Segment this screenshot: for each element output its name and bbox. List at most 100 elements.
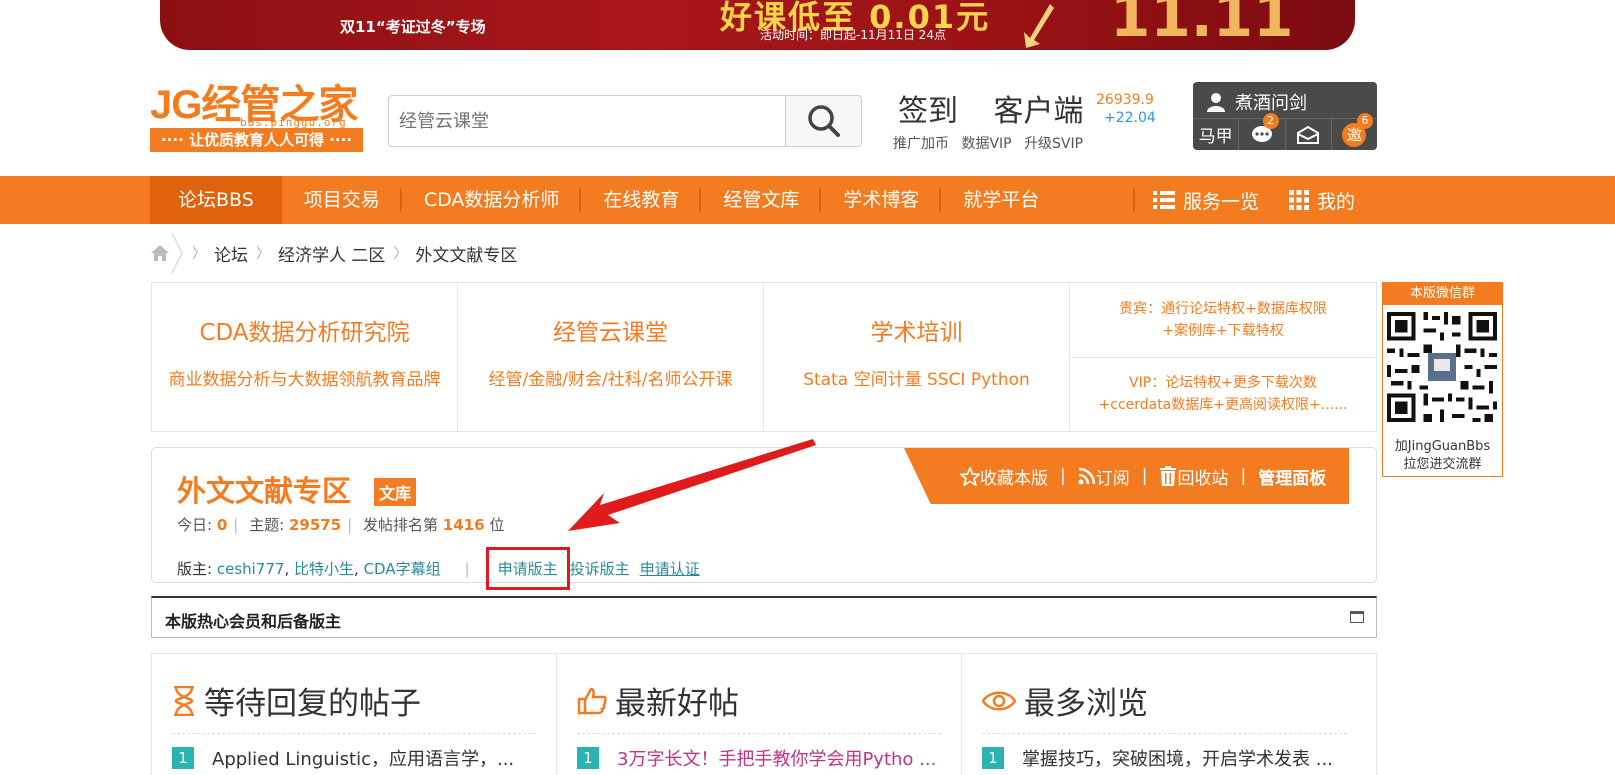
breadcrumb-sep: 〉	[393, 246, 408, 262]
invite-button[interactable]: 邀 6	[1332, 113, 1377, 150]
forum-stats: 今日: 0 | 主题: 29575 | 发帖排名第 1416 位	[177, 516, 505, 534]
home-icon[interactable]	[150, 244, 170, 262]
subscribe-button[interactable]: 订阅	[1078, 464, 1130, 489]
forum-info-panel: 外文文献专区 文库 今日: 0 | 主题: 29575 | 发帖排名第 1416 位…	[151, 447, 1377, 590]
promo-title: 经管云课堂	[553, 320, 668, 346]
grid-icon	[1289, 190, 1310, 210]
collapse-icon[interactable]	[1350, 611, 1364, 623]
today-label: 今日:	[177, 516, 213, 534]
hot-members-bar[interactable]: 本版热心会员和后备版主	[151, 596, 1377, 638]
list-item[interactable]: 1 3万字长文！手把手教你学会用Pytho ...	[577, 745, 941, 771]
apply-moderator-link[interactable]: 申请版主	[498, 560, 558, 578]
hot-members-title: 本版热心会员和后备版主	[165, 612, 342, 631]
top-promo-banner[interactable]: 双11“考证过冬”专场 好课低至 0.01元 活动时间：即日起-11月11日 2…	[160, 0, 1355, 50]
nav-services[interactable]: 服务一览	[1153, 187, 1259, 214]
mail-button[interactable]	[1286, 119, 1332, 150]
trash-icon	[1160, 466, 1177, 486]
item-title[interactable]: 掌握技巧，突破困境，开启学术发表 ...	[1022, 745, 1333, 771]
list-icon	[1153, 191, 1175, 209]
promo-vip[interactable]: VIP：论坛特权+更多下载次数 +ccerdata数据库+更高阅读权限+....…	[1070, 358, 1376, 432]
upgrade-svip-link[interactable]: 升级SVIP	[1024, 136, 1083, 152]
item-title[interactable]: Applied Linguistic，应用语言学，...	[212, 745, 514, 771]
guest-line-2: +案例库+下载特权	[1162, 322, 1284, 339]
moderator-link[interactable]: CDA字幕组	[364, 558, 441, 579]
qr-title: 本版微信群	[1383, 283, 1502, 305]
promo-desc: Stata 空间计量 SSCI Python	[803, 370, 1030, 390]
sign-in-link[interactable]: 签到	[898, 94, 958, 129]
qr-line-1: 加JingGuanBbs	[1394, 439, 1491, 454]
messages-button[interactable]: 2	[1239, 113, 1286, 150]
post-lists: 等待回复的帖子 1 Applied Linguistic，应用语言学，... 最…	[151, 653, 1377, 775]
promo-coin-link[interactable]: 推广加币	[893, 136, 949, 152]
promo-title: CDA数据分析研究院	[199, 320, 410, 346]
banner-activity-time: 活动时间：即日起-11月11日 24点	[760, 28, 946, 42]
rank-label: 发帖排名第	[363, 516, 439, 534]
forum-title: 外文文献专区	[177, 474, 352, 508]
recycle-bin-button[interactable]: 回收站	[1159, 464, 1228, 489]
forum-toolbar: 收藏本版 | 订阅 | 回收站 | 管理面板	[904, 448, 1349, 504]
rank-unit: 位	[489, 516, 505, 534]
list-header: 最多浏览	[982, 678, 1347, 734]
promo-cda[interactable]: CDA数据分析研究院 商业数据分析与大数据领航教育品牌	[152, 283, 458, 431]
nav-mine[interactable]: 我的	[1289, 187, 1355, 214]
banner-left-text: 双11“考证过冬”专场	[340, 18, 486, 36]
nav-item-online-edu[interactable]: 在线教育	[581, 176, 702, 224]
thumbs-up-icon	[577, 687, 607, 714]
coin-value: 26939.9	[1096, 92, 1154, 108]
mods-label: 版主:	[177, 560, 213, 578]
forum-tag[interactable]: 文库	[374, 478, 417, 506]
nav-item-bbs[interactable]: 论坛BBS	[150, 176, 282, 224]
user-actions: 马甲 2 邀 6	[1193, 113, 1377, 150]
apply-certification-link[interactable]: 申请认证	[640, 558, 700, 579]
wechat-qr-panel: 本版微信群 加JingGuanBbs 拉您进交流群	[1382, 282, 1503, 477]
toolbar-divider: |	[1141, 466, 1148, 486]
promo-desc: 经管/金融/财会/社科/名师公开课	[488, 370, 733, 390]
breadcrumb-current[interactable]: 外文文献专区	[415, 241, 517, 266]
banner-arrow-icon	[1024, 4, 1054, 48]
nav-right: 服务一览 我的	[1133, 176, 1385, 224]
promo-title: 学术培训	[870, 320, 963, 346]
data-vip-link[interactable]: 数据VIP	[961, 136, 1011, 152]
moderator-link[interactable]: ceshi777	[217, 560, 285, 578]
today-count: 0	[216, 516, 228, 534]
breadcrumb-forum[interactable]: 论坛	[214, 241, 248, 266]
list-item[interactable]: 1 Applied Linguistic，应用语言学，...	[172, 745, 536, 771]
promo-cloud-class[interactable]: 经管云课堂 经管/金融/财会/社科/名师公开课	[458, 283, 764, 431]
search-button[interactable]	[785, 96, 861, 146]
nav-item-projects[interactable]: 项目交易	[282, 176, 402, 224]
eye-icon	[982, 691, 1016, 710]
admin-panel-button[interactable]: 管理面板	[1258, 464, 1326, 489]
envelope-icon	[1297, 125, 1320, 144]
list-title: 等待回复的帖子	[204, 686, 421, 722]
promo-grid: CDA数据分析研究院 商业数据分析与大数据领航教育品牌 经管云课堂 经管/金融/…	[151, 282, 1377, 432]
nav-item-study-platform[interactable]: 就学平台	[941, 176, 1061, 224]
nav-item-blog[interactable]: 学术博客	[821, 176, 942, 224]
search-input[interactable]	[389, 96, 785, 146]
promo-academic-training[interactable]: 学术培训 Stata 空间计量 SSCI Python	[764, 283, 1070, 431]
nav-divider	[1133, 188, 1135, 212]
vip-line-1: VIP：论坛特权+更多下载次数	[1129, 375, 1317, 392]
nav-item-cda[interactable]: CDA数据分析师	[402, 176, 582, 224]
item-title[interactable]: 3万字长文！手把手教你学会用Pytho ...	[617, 745, 936, 771]
favorite-forum-button[interactable]: 收藏本版	[960, 464, 1048, 489]
breadcrumb-sep: 〉	[192, 246, 206, 262]
star-icon	[960, 466, 980, 486]
banner-big-date: 11.11	[1110, 0, 1294, 50]
moderator-link[interactable]: 比特小生	[294, 558, 354, 579]
complain-moderator-link[interactable]: 投诉版主	[570, 558, 630, 579]
breadcrumb-economist[interactable]: 经济学人 二区	[278, 241, 385, 266]
recycle-label: 回收站	[1177, 468, 1229, 489]
horse-link[interactable]: 马甲	[1193, 119, 1240, 150]
list-item[interactable]: 1 掌握技巧，突破困境，开启学术发表 ...	[982, 745, 1347, 771]
nav-items: 论坛BBS 项目交易 CDA数据分析师 在线教育 经管文库 学术博客 就学平台	[150, 176, 1061, 224]
user-name-link[interactable]: 煮酒问剑	[1207, 88, 1307, 116]
main-nav: 论坛BBS 项目交易 CDA数据分析师 在线教育 经管文库 学术博客 就学平台 …	[0, 176, 1615, 224]
nav-item-library[interactable]: 经管文库	[701, 176, 822, 224]
forum-moderators: 版主: ceshi777, 比特小生, CDA字幕组 | 申请版主 投诉版主 申…	[177, 547, 700, 590]
client-link[interactable]: 客户端	[994, 94, 1084, 129]
favorite-label: 收藏本版	[980, 468, 1048, 489]
promo-guest[interactable]: 贵宾：通行论坛特权+数据库权限 +案例库+下载特权	[1070, 283, 1376, 358]
qr-code-image	[1383, 308, 1501, 426]
guest-line-1: 贵宾：通行论坛特权+数据库权限	[1119, 300, 1327, 317]
site-logo[interactable]: JG经管之家 bbs.pinggu.org ···· 让优质教育人人可得 ···…	[150, 72, 365, 154]
